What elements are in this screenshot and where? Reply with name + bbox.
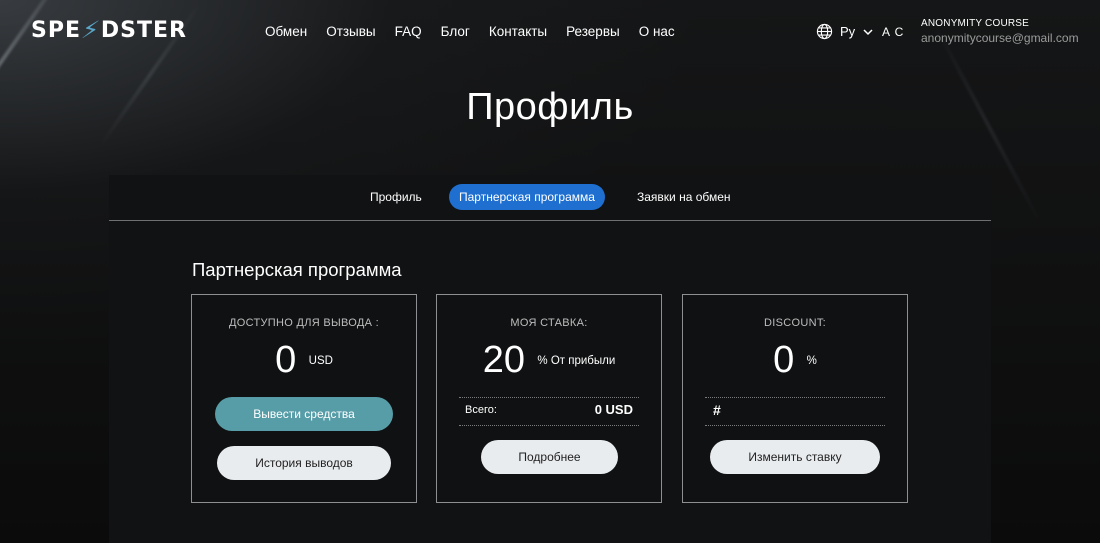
tab-bar: Профиль Партнерская программа Заявки на … bbox=[109, 175, 991, 221]
logo-text-start: SPE bbox=[31, 17, 81, 43]
divider bbox=[705, 425, 885, 426]
total-label: Всего: bbox=[465, 403, 497, 416]
change-rate-button[interactable]: Изменить ставку bbox=[710, 440, 880, 474]
discount-amount: 0 % bbox=[683, 339, 907, 382]
discount-value: 0 bbox=[773, 339, 795, 381]
total-row: Всего: 0 USD bbox=[465, 402, 633, 417]
logo[interactable]: SPE ⚡ DSTER bbox=[31, 16, 187, 44]
withdraw-button[interactable]: Вывести средства bbox=[215, 397, 393, 431]
user-info[interactable]: ANONYMITY COURSE anonymitycourse@gmail.c… bbox=[921, 18, 1079, 45]
globe-icon bbox=[816, 23, 833, 40]
divider bbox=[459, 397, 639, 398]
logo-text-end: DSTER bbox=[100, 17, 187, 43]
lightning-bolt-icon: ⚡ bbox=[79, 16, 103, 44]
language-selector[interactable]: Ру bbox=[816, 23, 874, 40]
available-value: 0 bbox=[275, 339, 297, 381]
discount-code: # bbox=[713, 402, 721, 418]
discount-unit: % bbox=[806, 354, 817, 367]
rate-amount: 20 % От прибыли bbox=[437, 339, 661, 382]
nav-link-reserves[interactable]: Резервы bbox=[566, 24, 620, 39]
nav-link-contacts[interactable]: Контакты bbox=[489, 24, 547, 39]
section-title: Партнерская программа bbox=[192, 259, 402, 280]
rate-unit: % От прибыли bbox=[537, 354, 616, 367]
chevron-down-icon bbox=[863, 28, 873, 35]
tab-exchange-orders[interactable]: Заявки на обмен bbox=[627, 184, 741, 210]
divider bbox=[459, 425, 639, 426]
avatar[interactable]: A C bbox=[882, 25, 904, 39]
discount-card: DISCOUNT: 0 % # Изменить ставку bbox=[682, 294, 908, 503]
available-label: ДОСТУПНО ДЛЯ ВЫВОДА : bbox=[229, 317, 379, 329]
withdraw-history-button[interactable]: История выводов bbox=[217, 446, 391, 480]
discount-label: DISCOUNT: bbox=[764, 317, 826, 329]
tab-profile[interactable]: Профиль bbox=[360, 184, 432, 210]
available-amount: 0 USD bbox=[192, 339, 416, 382]
nav-link-faq[interactable]: FAQ bbox=[395, 24, 422, 39]
total-value: 0 USD bbox=[594, 402, 633, 417]
tab-partner-program[interactable]: Партнерская программа bbox=[449, 184, 605, 210]
language-label: Ру bbox=[840, 24, 856, 39]
rate-card: МОЯ СТАВКА: 20 % От прибыли Всего: 0 USD… bbox=[436, 294, 662, 503]
nav-link-blog[interactable]: Блог bbox=[441, 24, 470, 39]
rate-value: 20 bbox=[482, 339, 525, 381]
details-button[interactable]: Подробнее bbox=[481, 440, 618, 474]
nav-link-about[interactable]: О нас bbox=[639, 24, 675, 39]
page-title: Профиль bbox=[466, 86, 634, 128]
user-email: anonymitycourse@gmail.com bbox=[921, 31, 1079, 45]
profile-panel: Профиль Партнерская программа Заявки на … bbox=[109, 175, 991, 543]
site-header: SPE ⚡ DSTER Обмен Отзывы FAQ Блог Контакты… bbox=[0, 0, 1100, 64]
divider bbox=[705, 397, 885, 398]
available-balance-card: ДОСТУПНО ДЛЯ ВЫВОДА : 0 USD Вывести сред… bbox=[191, 294, 417, 503]
nav-link-reviews[interactable]: Отзывы bbox=[326, 24, 375, 39]
nav-link-exchange[interactable]: Обмен bbox=[265, 24, 307, 39]
available-unit: USD bbox=[308, 354, 333, 367]
user-name: ANONYMITY COURSE bbox=[921, 18, 1030, 29]
rate-label: МОЯ СТАВКА: bbox=[510, 317, 588, 329]
main-nav: Обмен Отзывы FAQ Блог Контакты Резервы О… bbox=[265, 24, 675, 39]
